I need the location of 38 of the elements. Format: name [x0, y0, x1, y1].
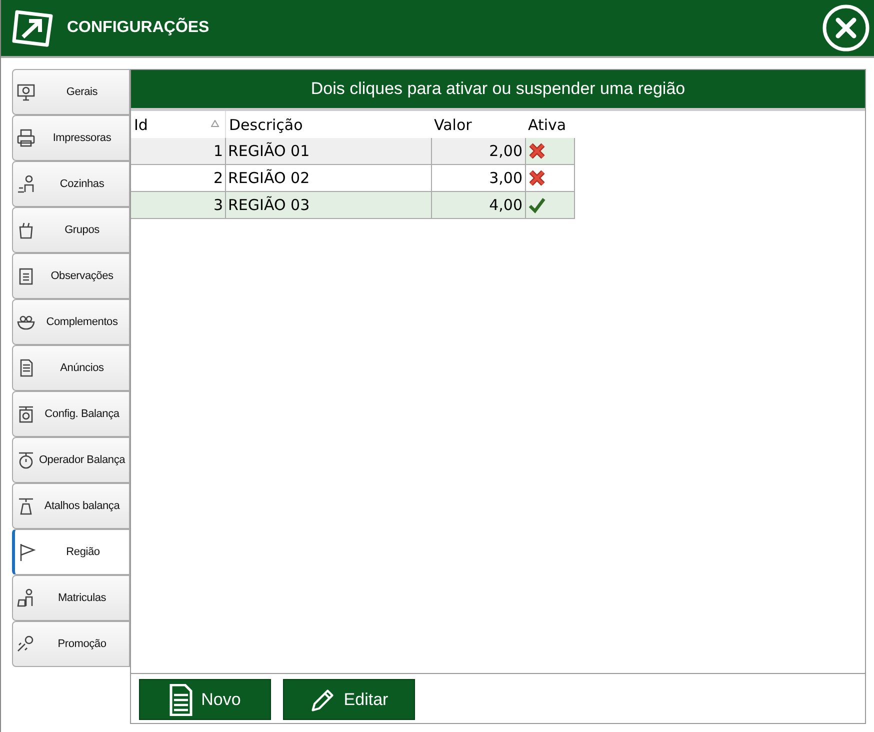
sidebar-tab[interactable]: Gerais	[12, 69, 130, 115]
table-cell: 1	[131, 138, 226, 164]
sidebar-tab[interactable]: Operador Balança	[12, 437, 130, 483]
scale-icon	[16, 450, 36, 470]
sidebar-tab[interactable]: Observações	[12, 253, 130, 299]
sidebar-tab[interactable]: Anúncios	[12, 345, 130, 391]
people-icon	[16, 174, 36, 194]
table-cell: 4,00	[431, 192, 525, 218]
printer-icon	[16, 128, 36, 148]
sidebar-tab[interactable]: Promoção	[12, 621, 130, 667]
column-header[interactable]: Id	[131, 111, 226, 138]
edit-button[interactable]: Editar	[283, 679, 415, 720]
column-header[interactable]: Valor	[431, 111, 525, 138]
arrow-logo-icon	[11, 8, 55, 48]
scale-icon	[16, 404, 36, 424]
table-cell: REGIÃO 01	[226, 138, 431, 164]
pencil-icon	[310, 686, 336, 712]
sidebar-tab[interactable]: Impressoras	[12, 115, 130, 161]
table-cell: 3	[131, 192, 226, 218]
close-button[interactable]	[822, 4, 870, 52]
column-header[interactable]: Ativa	[525, 111, 574, 138]
monitor-icon	[16, 82, 36, 102]
tag-icon	[16, 634, 36, 654]
sidebar-tab[interactable]: Config. Balança	[12, 391, 130, 437]
scale-icon	[16, 496, 36, 516]
sidebar-tab[interactable]: Cozinhas	[12, 161, 130, 207]
sidebar-tab[interactable]: Atalhos balança	[12, 483, 130, 529]
banner-text: Dois cliques para ativar ou suspender uma região	[131, 70, 865, 111]
table-cell: 2,00	[431, 138, 525, 164]
new-button[interactable]: Novo	[139, 679, 271, 720]
sidebar-tab[interactable]: Complementos	[12, 299, 130, 345]
sidebar-tab[interactable]: Região	[12, 529, 130, 575]
sidebar-tab[interactable]: Matriculas	[12, 575, 130, 621]
table-cell: REGIÃO 03	[226, 192, 431, 218]
window-title: CONFIGURAÇÕES	[67, 19, 210, 37]
flag-icon	[18, 542, 38, 562]
document-icon	[169, 684, 194, 716]
sidebar-tab[interactable]: Grupos	[12, 207, 130, 253]
